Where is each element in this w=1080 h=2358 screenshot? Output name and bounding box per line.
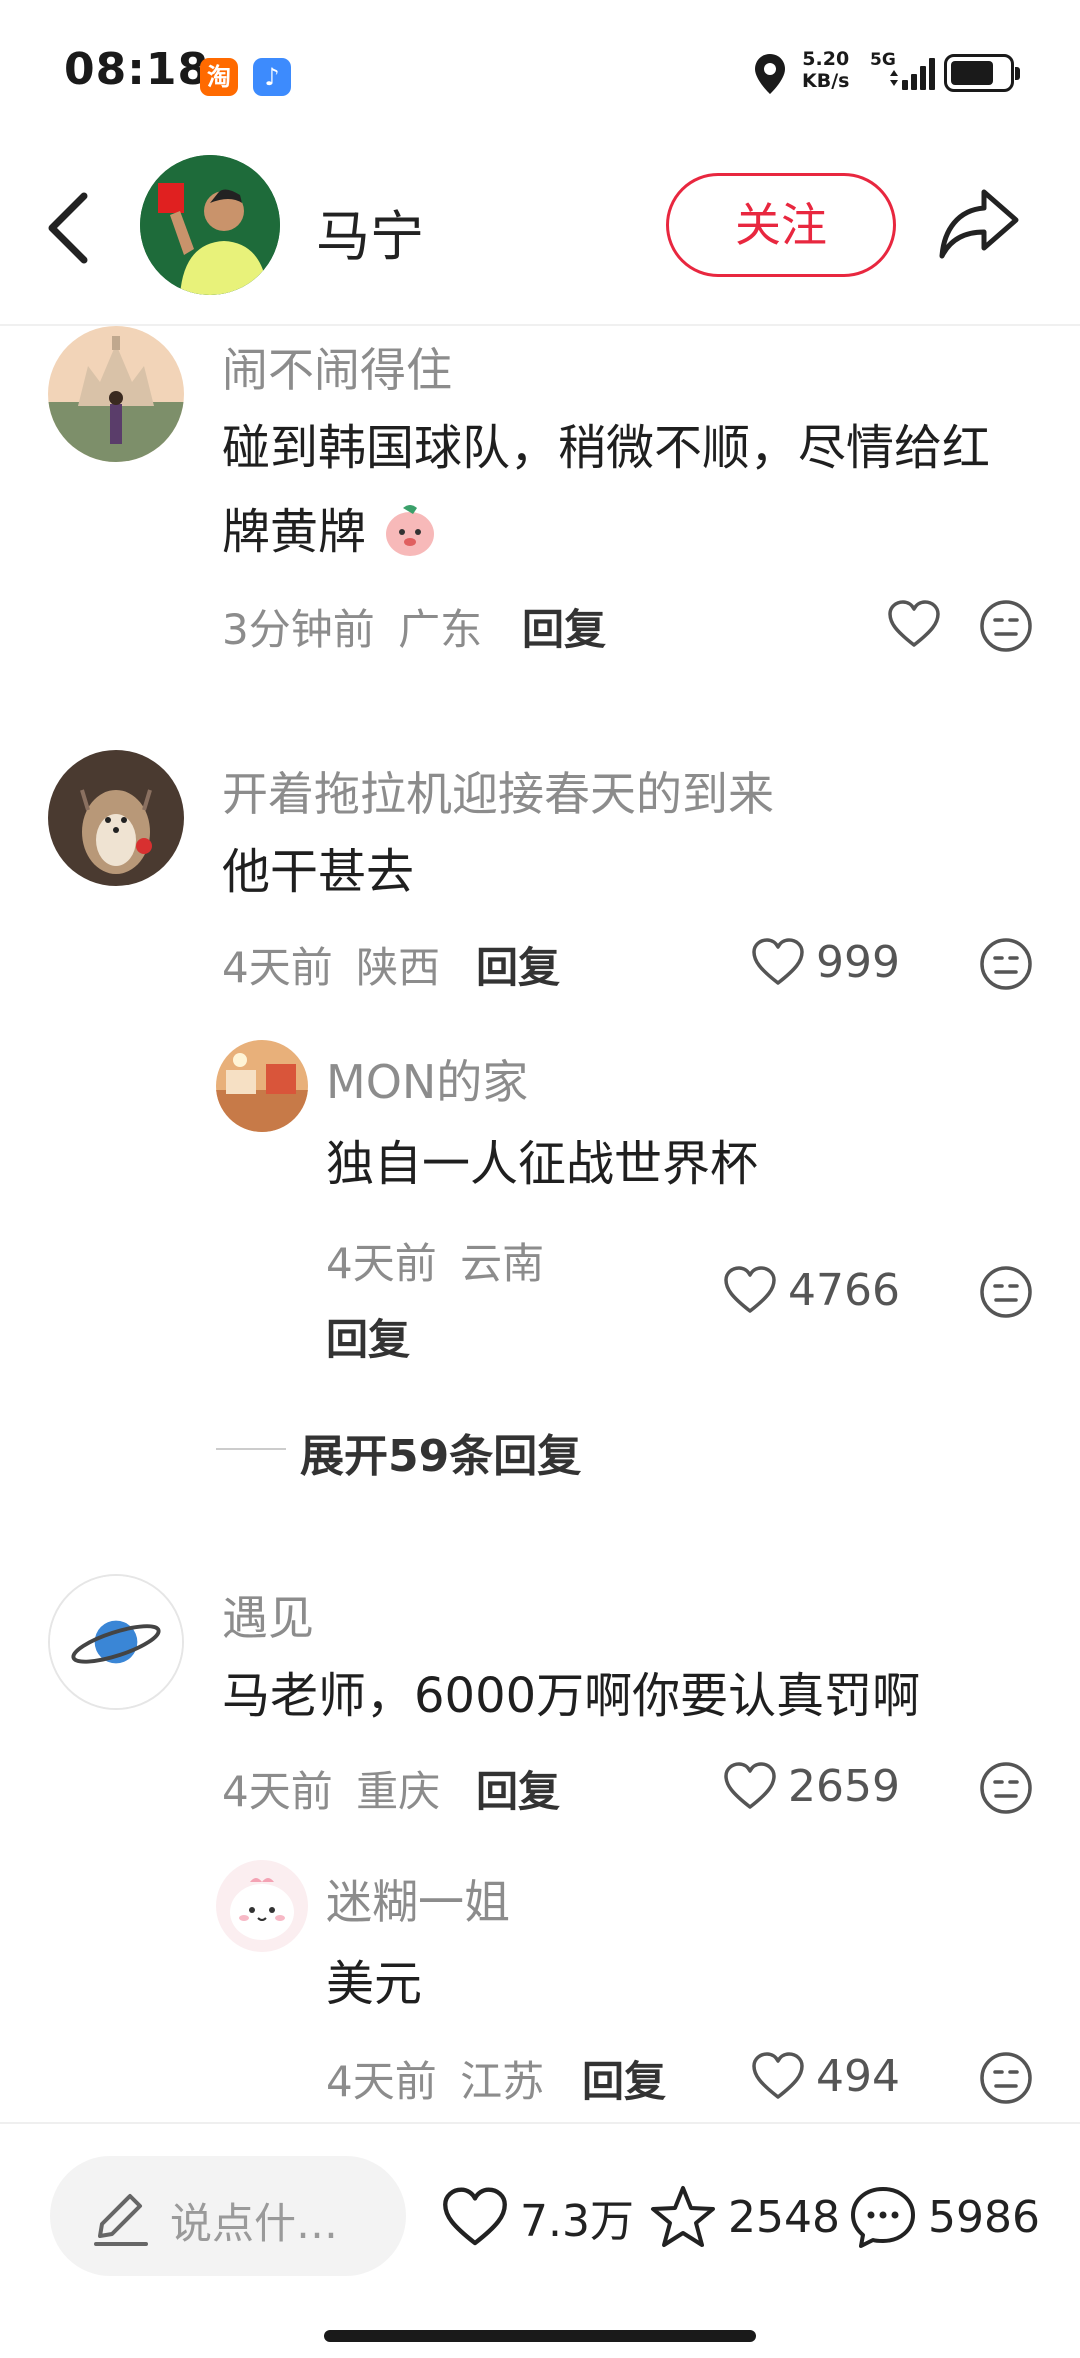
like-count: 494 <box>816 2050 900 2102</box>
taobao-app-icon: 淘 <box>200 58 238 96</box>
input-placeholder: 说点什… <box>170 2199 339 2248</box>
comment-meta: 3分钟前 广东 <box>222 596 482 657</box>
back-icon[interactable] <box>40 188 100 268</box>
commenter-avatar[interactable] <box>48 326 184 462</box>
heart-icon <box>752 938 804 985</box>
reply-location: 云南 <box>460 1239 545 1288</box>
home-indicator[interactable] <box>324 2330 756 2342</box>
signal-icon <box>890 58 935 90</box>
reply-text: 独自一人征战世界杯 <box>326 1136 759 1192</box>
heart-icon <box>752 2052 804 2099</box>
bottom-action-bar: 说点什… 7.3万 2548 5986 <box>0 2122 1080 2358</box>
heart-icon <box>443 2187 507 2246</box>
like-button[interactable] <box>886 594 942 654</box>
avatar-image <box>48 326 184 462</box>
expand-divider <box>216 1448 286 1450</box>
comment-text: 碰到韩国球队，稍微不顺，尽情给红牌黄牌 <box>222 406 1022 574</box>
dislike-icon[interactable] <box>978 1760 1034 1816</box>
like-button[interactable]: 4766 <box>722 1260 900 1320</box>
commenter-name[interactable]: 遇见 <box>222 1582 314 1648</box>
like-button[interactable]: 999 <box>750 932 900 992</box>
reply-button[interactable]: 回复 <box>582 2048 666 2109</box>
reply-time: 4天前 <box>326 1239 437 1288</box>
user-avatar[interactable] <box>140 155 280 295</box>
location-icon <box>755 54 785 94</box>
expand-replies-button[interactable]: 展开59条回复 <box>300 1420 581 1484</box>
comment-text: 马老师，6000万啊你要认真罚啊 <box>222 1668 921 1724</box>
reply-button[interactable]: 回复 <box>476 934 560 995</box>
like-total: 7.3万 <box>520 2196 634 2247</box>
reply-avatar[interactable] <box>216 1040 308 1132</box>
speed-value: 5.20 <box>802 48 850 70</box>
reply-button[interactable]: 回复 <box>522 596 606 657</box>
comment-meta: 4天前 陕西 <box>222 934 440 995</box>
comment-meta: 4天前 重庆 <box>222 1758 440 1819</box>
reply-meta: 4天前 江苏 <box>326 2048 544 2109</box>
avatar-image <box>216 1040 308 1132</box>
comment-bubble-icon <box>851 2187 915 2248</box>
like-count: 2659 <box>788 1760 900 1812</box>
avatar-image <box>216 1860 308 1952</box>
avatar-image <box>48 750 184 886</box>
follow-button[interactable]: 关注 <box>666 173 896 277</box>
like-stat-button[interactable]: 7.3万 <box>440 2182 634 2252</box>
comment-time: 4天前 <box>222 943 333 992</box>
notification-app-icon: ♪ <box>253 58 291 96</box>
user-name[interactable]: 马宁 <box>316 192 424 271</box>
reply-text: 美元 <box>326 1956 423 2012</box>
share-icon[interactable] <box>936 184 1022 264</box>
sticker-emoji-icon <box>386 505 435 556</box>
comment-text-content: 碰到韩国球队，稍微不顺，尽情给红牌黄牌 <box>222 420 991 560</box>
comment-location: 陕西 <box>356 943 441 992</box>
dislike-icon[interactable] <box>978 936 1034 992</box>
comment-text: 他干甚去 <box>222 844 415 900</box>
reply-button[interactable]: 回复 <box>476 1758 560 1819</box>
comment-time: 3分钟前 <box>222 605 375 654</box>
reply-avatar[interactable] <box>216 1860 308 1952</box>
status-bar: 08:18 淘 ♪ 5.20 KB/s 5G <box>0 0 1080 140</box>
comment-location: 广东 <box>398 605 483 654</box>
reply-name[interactable]: MON的家 <box>326 1046 528 1112</box>
reply-time: 4天前 <box>326 2057 437 2106</box>
like-count: 4766 <box>788 1264 900 1316</box>
favorite-total: 2548 <box>728 2191 840 2243</box>
favorite-stat-button[interactable]: 2548 <box>648 2182 840 2252</box>
speed-unit: KB/s <box>802 70 850 92</box>
comment-location: 重庆 <box>356 1767 441 1816</box>
comment-stat-button[interactable]: 5986 <box>848 2182 1040 2252</box>
header: 马宁 关注 <box>0 150 1080 326</box>
heart-icon <box>724 1762 776 1809</box>
battery-icon <box>944 54 1020 92</box>
dislike-icon[interactable] <box>978 598 1034 654</box>
reply-button[interactable]: 回复 <box>326 1306 410 1367</box>
pen-icon <box>94 2194 148 2246</box>
like-button[interactable]: 2659 <box>722 1756 900 1816</box>
commenter-name[interactable]: 闹不闹得住 <box>222 334 452 400</box>
like-count: 999 <box>816 936 900 988</box>
comment-input[interactable]: 说点什… <box>50 2156 406 2276</box>
dislike-icon[interactable] <box>978 2050 1034 2106</box>
network-speed: 5.20 KB/s <box>802 48 849 92</box>
dislike-icon[interactable] <box>978 1264 1034 1320</box>
commenter-avatar[interactable] <box>48 1574 184 1710</box>
star-icon <box>651 2186 715 2247</box>
like-button[interactable]: 494 <box>750 2046 900 2106</box>
comment-time: 4天前 <box>222 1767 333 1816</box>
avatar-image <box>50 1576 182 1708</box>
comment-total: 5986 <box>928 2191 1040 2243</box>
avatar-image <box>140 155 280 295</box>
status-time: 08:18 <box>64 44 210 95</box>
commenter-avatar[interactable] <box>48 750 184 886</box>
reply-meta: 4天前 云南 <box>326 1230 544 1291</box>
reply-location: 江苏 <box>460 2057 545 2106</box>
commenter-name[interactable]: 开着拖拉机迎接春天的到来 <box>222 758 774 824</box>
heart-icon <box>888 600 940 647</box>
reply-name[interactable]: 迷糊一姐 <box>326 1866 510 1932</box>
heart-icon <box>724 1266 776 1313</box>
